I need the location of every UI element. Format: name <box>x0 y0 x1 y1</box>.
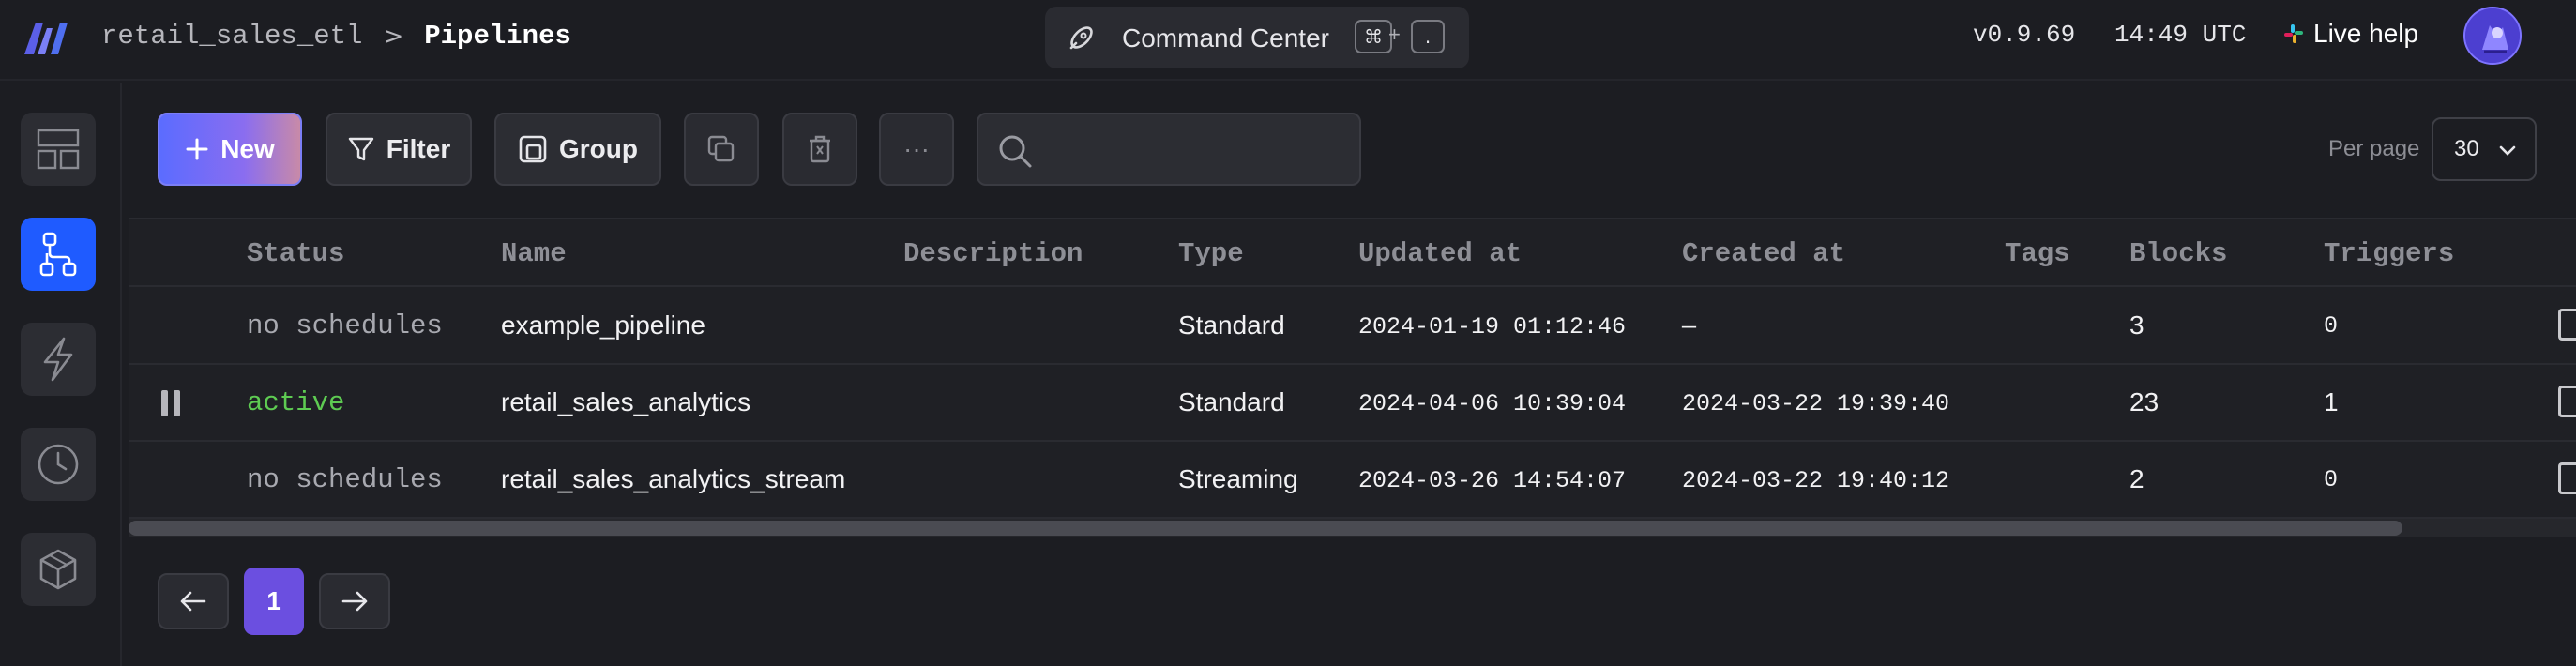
shortcut-key-cmd: ⌘ <box>1355 20 1392 53</box>
pipeline-type: Standard <box>1178 310 1285 340</box>
breadcrumb: retail_sales_etl > Pipelines <box>101 21 571 52</box>
pipeline-name[interactable]: retail_sales_analytics <box>501 387 750 417</box>
column-header-description[interactable]: Description <box>903 238 1083 269</box>
pipeline-blocks: 23 <box>2129 387 2159 416</box>
more-actions-button[interactable]: ··· <box>879 113 954 186</box>
column-header-type[interactable]: Type <box>1178 238 1244 269</box>
search-input[interactable] <box>1044 114 1344 184</box>
slack-icon <box>2284 24 2303 43</box>
user-avatar-icon[interactable] <box>2463 7 2522 65</box>
column-header-status[interactable]: Status <box>247 238 344 269</box>
group-icon <box>519 135 547 163</box>
layout-icon <box>37 129 80 170</box>
pipeline-status: active <box>247 387 345 418</box>
column-header-name[interactable]: Name <box>501 238 567 269</box>
mage-logo-icon[interactable] <box>23 19 69 56</box>
live-help-button[interactable]: Live help <box>2283 19 2418 49</box>
table-header: Status Name Description Type Updated at … <box>129 219 2576 287</box>
scrollbar-thumb[interactable] <box>129 521 2402 536</box>
new-pipeline-button[interactable]: New <box>158 113 302 186</box>
column-header-blocks[interactable]: Blocks <box>2129 238 2227 269</box>
sidebar-item-pipelines[interactable] <box>21 218 96 291</box>
delete-button[interactable] <box>782 113 857 186</box>
command-center-label: Command Center <box>1122 23 1329 53</box>
pipeline-updated-at: 2024-04-06 10:39:04 <box>1358 390 1627 417</box>
current-page-button[interactable]: 1 <box>244 568 304 635</box>
arrow-right-icon <box>341 591 368 612</box>
trash-icon <box>810 135 830 163</box>
sidebar-item-history[interactable] <box>21 428 96 501</box>
pipeline-tree-icon <box>39 232 77 277</box>
arrow-left-icon <box>180 591 206 612</box>
time-label: 14:49 UTC <box>2114 21 2247 49</box>
group-button[interactable]: Group <box>494 113 661 186</box>
pipeline-type: Standard <box>1178 387 1285 416</box>
pipeline-status: no schedules <box>247 310 443 341</box>
table-row[interactable]: no schedules retail_sales_analytics_stre… <box>129 442 2576 519</box>
breadcrumb-project[interactable]: retail_sales_etl <box>101 21 362 52</box>
command-center-button[interactable]: Command Center ⌘ . <box>1045 7 1469 68</box>
column-header-tags[interactable]: Tags <box>2005 238 2070 269</box>
group-button-label: Group <box>559 134 638 163</box>
page-title: Pipelines <box>424 21 571 52</box>
column-header-created-at[interactable]: Created at <box>1682 238 1845 269</box>
duplicate-button[interactable] <box>684 113 759 186</box>
pipelines-table: Status Name Description Type Updated at … <box>129 218 2576 537</box>
shortcut-plus: + <box>1388 23 1401 46</box>
pipeline-status: no schedules <box>247 464 443 495</box>
search-box[interactable] <box>977 113 1361 186</box>
pipeline-updated-at: 2024-03-26 14:54:07 <box>1358 467 1627 494</box>
column-header-updated-at[interactable]: Updated at <box>1358 238 1522 269</box>
avatar-art-icon <box>2465 8 2520 63</box>
column-header-triggers[interactable]: Triggers <box>2324 238 2454 269</box>
breadcrumb-separator: > <box>383 22 404 51</box>
row-action-icon[interactable] <box>2558 462 2576 494</box>
lightning-icon <box>43 337 73 382</box>
sidebar-item-blocks[interactable] <box>21 533 96 606</box>
per-page-select[interactable]: 30 <box>2432 117 2537 181</box>
new-button-label: New <box>220 134 275 163</box>
sidebar <box>0 83 122 666</box>
rocket-icon <box>1069 26 1093 50</box>
table-row[interactable]: active retail_sales_analytics Standard 2… <box>129 365 2576 442</box>
table-row[interactable]: no schedules example_pipeline Standard 2… <box>129 288 2576 365</box>
row-action-icon[interactable] <box>2558 386 2576 417</box>
pipeline-blocks: 2 <box>2129 464 2144 493</box>
clock-icon <box>38 444 79 485</box>
pipeline-created-at: 2024-03-22 19:40:12 <box>1682 467 1950 494</box>
sidebar-item-triggers[interactable] <box>21 323 96 396</box>
pipeline-triggers: 0 <box>2324 312 2339 340</box>
chevron-down-icon <box>2499 145 2516 156</box>
copy-icon <box>707 135 735 162</box>
pipeline-name[interactable]: example_pipeline <box>501 310 705 341</box>
pause-icon[interactable] <box>159 389 182 417</box>
more-icon: ··· <box>903 134 930 163</box>
pipeline-created-at: — <box>1682 313 1697 341</box>
top-bar: retail_sales_etl > Pipelines Command Cen… <box>0 0 2576 81</box>
pipeline-name[interactable]: retail_sales_analytics_stream <box>501 464 845 494</box>
pipeline-blocks: 3 <box>2129 310 2144 340</box>
next-page-button[interactable] <box>319 573 390 629</box>
per-page-value: 30 <box>2454 136 2479 161</box>
cube-icon <box>39 549 77 590</box>
filter-button-label: Filter <box>386 134 451 163</box>
pipeline-type: Streaming <box>1178 464 1298 493</box>
plus-icon <box>186 138 208 160</box>
filter-icon <box>348 137 373 161</box>
row-action-icon[interactable] <box>2558 309 2576 341</box>
pipeline-created-at: 2024-03-22 19:39:40 <box>1682 390 1950 417</box>
pipeline-triggers: 1 <box>2324 387 2339 416</box>
filter-button[interactable]: Filter <box>326 113 472 186</box>
search-icon <box>999 135 1032 168</box>
version-label: v0.9.69 <box>1973 21 2076 49</box>
sidebar-item-dashboard[interactable] <box>21 113 96 186</box>
horizontal-scrollbar[interactable] <box>129 519 2576 537</box>
shortcut-key-period: . <box>1411 20 1445 53</box>
pipeline-triggers: 0 <box>2324 466 2339 493</box>
per-page-label: Per page <box>2328 136 2420 161</box>
live-help-label: Live help <box>2313 19 2419 48</box>
pipeline-updated-at: 2024-01-19 01:12:46 <box>1358 313 1627 341</box>
previous-page-button[interactable] <box>158 573 229 629</box>
